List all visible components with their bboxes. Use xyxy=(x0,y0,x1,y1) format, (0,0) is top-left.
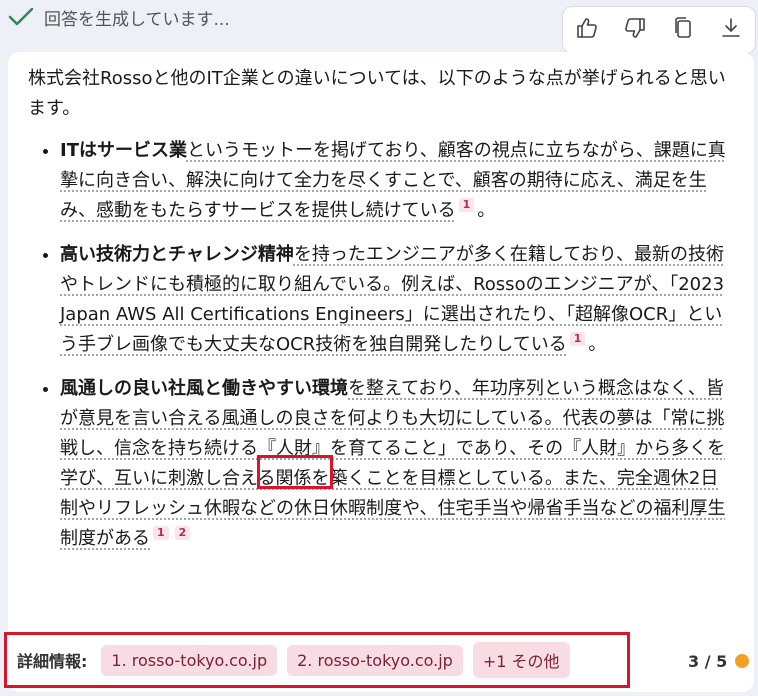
response-card: 株式会社Rossoと他のIT企業との違いについては、以下のような点が挙げられると… xyxy=(8,52,754,692)
bullet-heading: 風通しの良い社風と働きやすい環境 xyxy=(60,378,348,399)
more-sources-button[interactable]: +1 その他 xyxy=(472,642,570,678)
copy-icon xyxy=(671,16,695,44)
response-toolbar xyxy=(562,6,756,54)
intro-paragraph: 株式会社Rossoと他のIT企業との違いについては、以下のような点が挙げられると… xyxy=(28,68,726,119)
list-item: ITはサービス業というモットーを掲げており、顧客の視点に立ちながら、課題に真摯に… xyxy=(60,136,734,226)
copy-button[interactable] xyxy=(661,8,705,52)
status-bar: 回答を生成しています... xyxy=(8,4,230,30)
citation-badge[interactable]: 1 xyxy=(458,198,475,212)
list-item: 高い技術力とチャレンジ精神を持ったエンジニアが多く在籍しており、最新の技術やトレ… xyxy=(60,240,734,360)
response-content: 株式会社Rossoと他のIT企業との違いについては、以下のような点が挙げられると… xyxy=(28,64,734,568)
sources-footer: 詳細情報: 1. rosso-tokyo.co.jp 2. rosso-toky… xyxy=(4,632,630,688)
thumbs-up-button[interactable] xyxy=(565,8,609,52)
sources-label: 詳細情報: xyxy=(17,652,88,671)
bullet-heading: ITはサービス業 xyxy=(60,140,187,161)
download-icon xyxy=(719,16,743,44)
status-dot xyxy=(735,654,750,668)
check-icon xyxy=(8,6,34,28)
thumbs-up-icon xyxy=(575,16,599,44)
thumbs-down-button[interactable] xyxy=(613,8,657,52)
pager-count: 3 / 5 xyxy=(688,651,728,671)
citation-badge[interactable]: 1 xyxy=(153,526,169,540)
bullet-heading: 高い技術力とチャレンジ精神 xyxy=(60,244,294,265)
response-pager: 3 / 5 xyxy=(688,648,750,674)
source-link[interactable]: 1. rosso-tokyo.co.jp xyxy=(101,644,278,676)
bullet-list: ITはサービス業というモットーを掲げており、顧客の視点に立ちながら、課題に真摯に… xyxy=(28,136,734,554)
source-link[interactable]: 2. rosso-tokyo.co.jp xyxy=(287,644,463,676)
list-item: 風通しの良い社風と働きやすい環境を整えており、年功序列という概念はなく、皆が意見… xyxy=(60,374,734,554)
bullet-end: 。 xyxy=(477,200,496,221)
status-text: 回答を生成しています... xyxy=(44,9,230,30)
bullet-text: を整えており、年功序列という概念はなく、皆が意見を言い合える風通しの良さを何より… xyxy=(60,378,726,549)
download-button[interactable] xyxy=(709,8,753,52)
thumbs-down-icon xyxy=(623,16,647,44)
citation-badge[interactable]: 2 xyxy=(174,526,191,540)
bullet-end: 。 xyxy=(588,334,607,355)
citation-badge[interactable]: 1 xyxy=(569,332,586,346)
